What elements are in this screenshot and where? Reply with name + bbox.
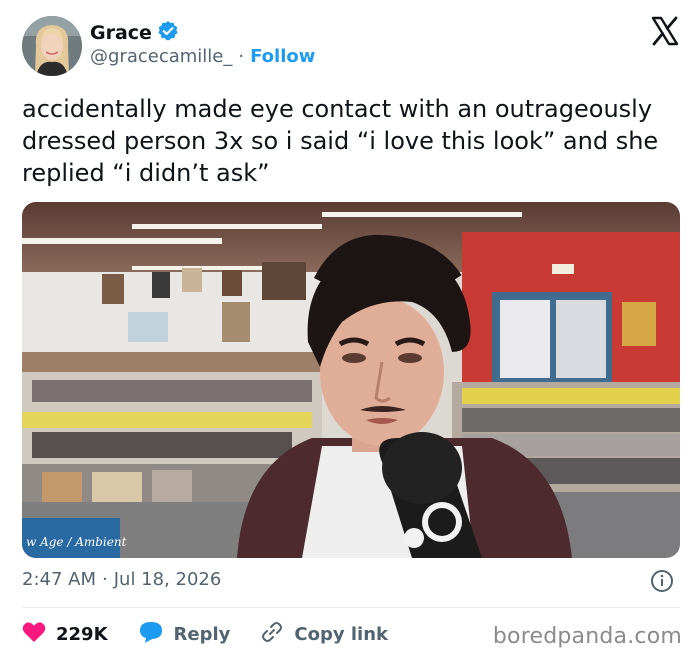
record-store-photo: w Age / Ambient (22, 202, 680, 558)
tweet-text: accidentally made eye contact with an ou… (22, 95, 659, 187)
avatar[interactable] (22, 16, 82, 76)
heart-icon (22, 621, 46, 648)
like-count: 229K (56, 623, 108, 645)
author-handle-line: @gracecamille_ · Follow (90, 46, 315, 67)
author-display-name[interactable]: Grace (90, 22, 152, 44)
author-handle[interactable]: @gracecamille_ (90, 46, 232, 67)
tweet-header: Grace @gracecamille_ · Follow (22, 16, 682, 78)
timestamp-separator: · (102, 569, 108, 590)
reply-button[interactable]: Reply (138, 620, 231, 649)
image-sign-text: w Age / Ambient (26, 535, 127, 549)
link-icon (260, 620, 284, 649)
copy-link-label: Copy link (294, 623, 388, 645)
like-button[interactable]: 229K (22, 621, 108, 648)
watermark: boredpanda.com (492, 624, 682, 649)
info-icon[interactable] (650, 569, 674, 593)
x-logo-icon[interactable] (650, 16, 680, 46)
copy-link-button[interactable]: Copy link (260, 620, 388, 649)
reply-label: Reply (173, 623, 231, 645)
divider (22, 607, 680, 608)
tweet-time: 2:47 AM (22, 569, 96, 590)
follow-button[interactable]: Follow (250, 46, 315, 67)
handle-separator: · (238, 46, 245, 67)
reply-bubble-icon (138, 620, 164, 649)
tweet-timestamp[interactable]: 2:47 AM · Jul 18, 2026 (22, 569, 221, 590)
author-name-line: Grace (90, 20, 179, 46)
tweet-media-image[interactable]: w Age / Ambient (22, 202, 680, 558)
verified-badge-icon (157, 20, 179, 46)
avatar-photo (22, 16, 82, 76)
tweet-date: Jul 18, 2026 (113, 569, 222, 590)
tweet-actions: 229K Reply Copy link (22, 618, 418, 650)
